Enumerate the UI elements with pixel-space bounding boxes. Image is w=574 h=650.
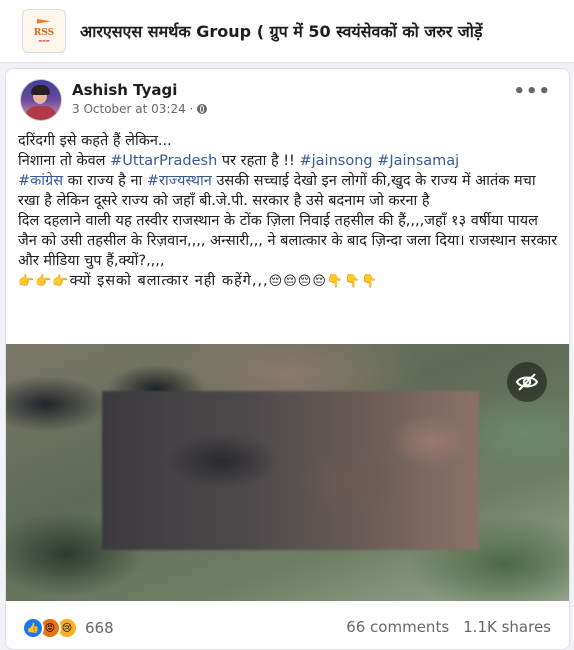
- hashtag-link[interactable]: #कांग्रेस: [18, 173, 63, 189]
- shares-count-link[interactable]: 1.1K shares: [463, 618, 551, 636]
- group-header: RSS ▬▬▬ आरएसएस समर्थक Group ( ग्रुप में …: [0, 0, 574, 63]
- group-title[interactable]: आरएसएस समर्थक Group ( ग्रुप में 50 स्वयं…: [80, 20, 482, 42]
- reactions-summary[interactable]: 👍 😡 😢 668: [22, 617, 114, 639]
- post-line-5: 👉👉👉क्यों इसको बलात्कार नही कहेंगे,,,😔😔😔😔…: [18, 273, 379, 289]
- reaction-count: 668: [85, 619, 114, 637]
- author-name[interactable]: Ashish Tyagi: [72, 81, 177, 99]
- post-meta: 3 October at 03:24 ·: [72, 102, 208, 116]
- post-card: Ashish Tyagi 3 October at 03:24 · ••• दर…: [5, 68, 570, 650]
- hashtag-link[interactable]: #राज्यस्थान: [147, 173, 212, 189]
- engagement-stats: 66 comments 1.1K shares: [346, 618, 551, 636]
- post-line-3: #कांग्रेस का राज्य है ना #राज्यस्थान उसक…: [18, 173, 536, 209]
- post-text: दरिंदगी इसे कहते हैं लेकिन... निशाना तो …: [18, 131, 558, 292]
- comments-count-link[interactable]: 66 comments: [346, 618, 449, 636]
- blurred-region: [102, 391, 479, 550]
- eye-off-icon[interactable]: [507, 362, 547, 402]
- hashtag-link[interactable]: #UttarPradesh: [110, 153, 217, 169]
- post-line-4: दिल दहलाने वाली यह तस्वीर राजस्थान के टो…: [18, 213, 558, 269]
- globe-icon: [197, 104, 208, 114]
- more-options-icon[interactable]: •••: [513, 83, 551, 101]
- post-timestamp[interactable]: 3 October at 03:24 ·: [72, 102, 193, 116]
- post-line-2: निशाना तो केवल #UttarPradesh पर रहता है …: [18, 153, 460, 169]
- hashtag-link[interactable]: #jainsong: [299, 153, 372, 169]
- logo-subtext-icon: ▬▬▬: [38, 38, 50, 43]
- post-image[interactable]: [6, 344, 569, 601]
- saffron-flag-icon: [37, 19, 51, 28]
- group-logo[interactable]: RSS ▬▬▬: [22, 9, 66, 53]
- group-logo-text: RSS: [33, 28, 55, 38]
- post-line-1: दरिंदगी इसे कहते हैं लेकिन...: [18, 133, 172, 149]
- avatar[interactable]: [20, 79, 62, 121]
- like-icon: 👍: [22, 617, 44, 639]
- hashtag-link[interactable]: #Jainsamaj: [377, 153, 459, 169]
